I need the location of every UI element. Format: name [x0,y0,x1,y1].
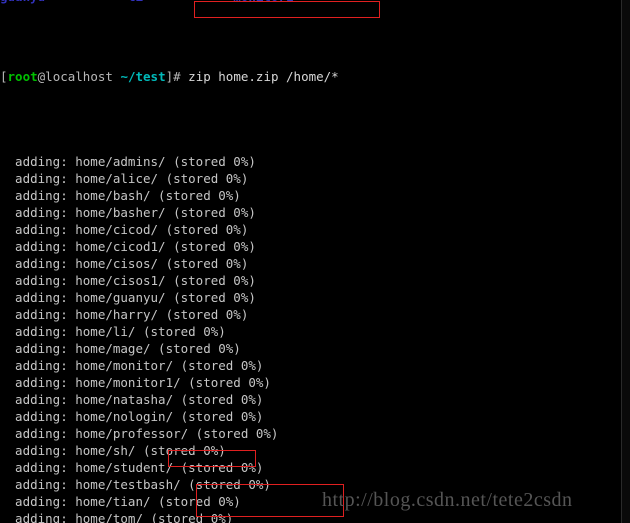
terminal-screen: [root@localhost ~/test]# zip home.zip /h… [0,0,630,523]
zip-adding-line: adding: home/cisos1/ (stored 0%) [0,273,256,288]
zip-adding-line: adding: home/monitor1/ (stored 0%) [0,375,271,390]
prompt-host: localhost [45,69,113,84]
zip-adding-line: adding: home/sh/ (stored 0%) [0,443,226,458]
zip-adding-line: adding: home/alice/ (stored 0%) [0,171,249,186]
prompt-open-bracket: [ [0,69,8,84]
zip-adding-line: adding: home/guanyu/ (stored 0%) [0,290,256,305]
zip-adding-line: adding: home/basher/ (stored 0%) [0,205,256,220]
zip-adding-line: adding: home/li/ (stored 0%) [0,324,226,339]
prompt-path: ~/test [120,69,166,84]
zip-adding-line: adding: home/natasha/ (stored 0%) [0,392,264,407]
zip-adding-line: adding: home/cicod/ (stored 0%) [0,222,249,237]
zip-adding-line: adding: home/harry/ (stored 0%) [0,307,249,322]
zip-adding-line: adding: home/mage/ (stored 0%) [0,341,241,356]
prompt-close-bracket: ]# [165,69,181,84]
zip-adding-line: adding: home/monitor/ (stored 0%) [0,358,264,373]
terminal-window[interactable]: guanyu li monitor1 [root@localhost ~/tes… [0,0,630,523]
zip-adding-line: adding: home/tom/ (stored 0%) [0,511,234,523]
zip-adding-line: adding: home/cicod1/ (stored 0%) [0,239,256,254]
zip-adding-line: adding: home/testbash/ (stored 0%) [0,477,271,492]
zip-adding-line: adding: home/bash/ (stored 0%) [0,188,241,203]
zip-output-block: adding: home/admins/ (stored 0%) adding:… [0,153,630,523]
command-zip[interactable]: zip home.zip /home/* [181,69,339,84]
zip-adding-line: adding: home/tian/ (stored 0%) [0,494,241,509]
zip-adding-line: adding: home/admins/ (stored 0%) [0,154,256,169]
zip-adding-line: adding: home/student/ (stored 0%) [0,460,264,475]
zip-adding-line: adding: home/nologin/ (stored 0%) [0,409,264,424]
scrollbar-gutter[interactable] [621,0,630,523]
zip-adding-line: adding: home/cisos/ (stored 0%) [0,256,249,271]
prompt-line-zip: [root@localhost ~/test]# zip home.zip /h… [0,68,630,85]
zip-adding-line: adding: home/professor/ (stored 0%) [0,426,279,441]
prompt-user: root [7,69,38,84]
